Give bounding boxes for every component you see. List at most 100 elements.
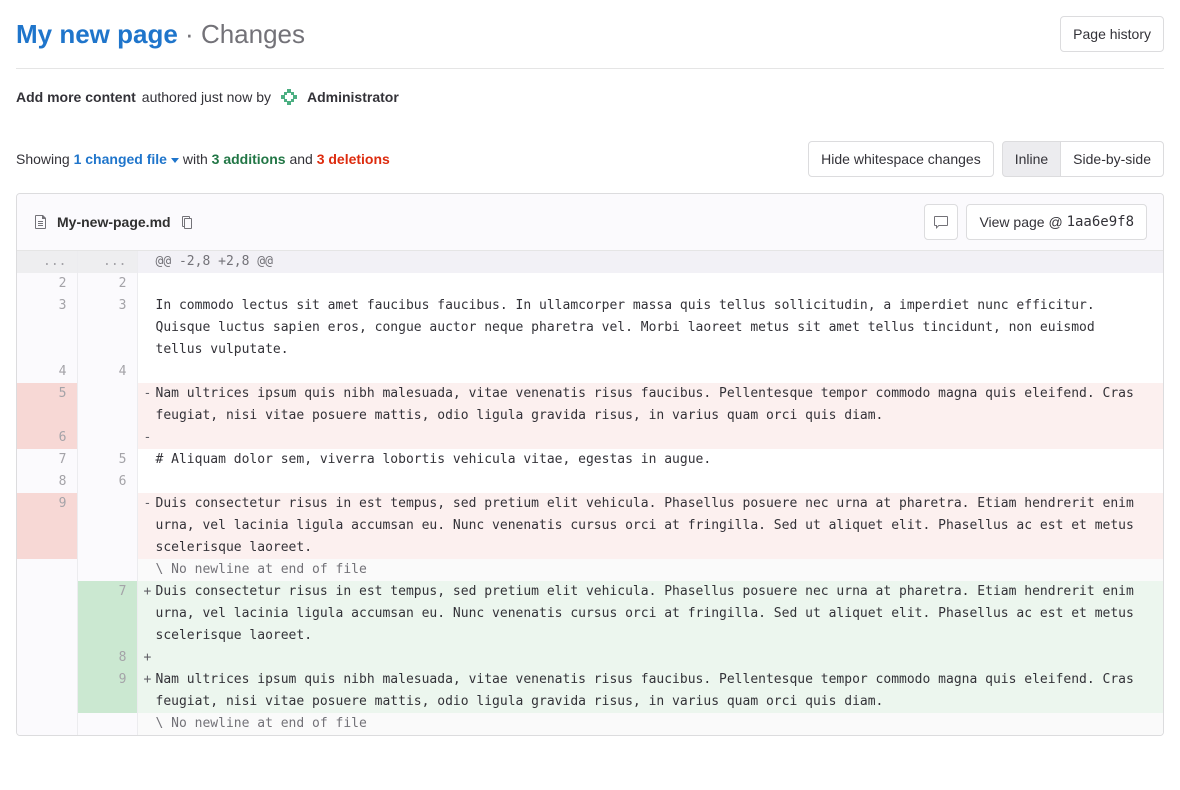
old-line-number[interactable] — [17, 559, 77, 581]
diff-line: \ No newline at end of file — [17, 559, 1163, 581]
filename[interactable]: My-new-page.md — [57, 214, 171, 230]
changed-files-link[interactable]: 1 changed file — [74, 151, 179, 167]
old-line-number[interactable]: 5 — [17, 383, 77, 427]
old-line-number[interactable] — [17, 669, 77, 713]
side-by-side-view-button[interactable]: Side-by-side — [1060, 141, 1164, 177]
line-text: \ No newline at end of file — [156, 562, 367, 577]
line-content — [137, 471, 1163, 493]
old-line-number[interactable] — [17, 581, 77, 647]
diff-line: 9 -Duis consectetur risus in est tempus, … — [17, 493, 1163, 559]
line-content: - — [137, 427, 1163, 449]
diff-line: ......@@ -2,8 +2,8 @@ — [17, 251, 1163, 273]
diff-sign: - — [144, 383, 152, 405]
line-text: Duis consectetur risus in est tempus, se… — [156, 584, 1142, 643]
inline-view-button[interactable]: Inline — [1002, 141, 1061, 177]
diff-line: 6- — [17, 427, 1163, 449]
new-line-number[interactable] — [77, 713, 137, 735]
view-page-button[interactable]: View page @ 1aa6e9f8 — [966, 204, 1147, 240]
commit-authored: authored just now by — [142, 89, 271, 105]
commit-meta: Add more content authored just now by Ad… — [16, 85, 1164, 109]
summary-with: with — [183, 151, 208, 167]
new-line-number[interactable]: 9 — [77, 669, 137, 713]
diff-sign: + — [144, 647, 152, 669]
new-line-number[interactable]: 4 — [77, 361, 137, 383]
diff-line: 44 — [17, 361, 1163, 383]
title-subtitle: Changes — [201, 19, 305, 49]
diff-line: \ No newline at end of file — [17, 713, 1163, 735]
line-content: -Nam ultrices ipsum quis nibh malesuada,… — [137, 383, 1163, 427]
file-title-left: My-new-page.md — [33, 214, 195, 230]
diff-line: 7+Duis consectetur risus in est tempus, … — [17, 581, 1163, 647]
file-title-right: View page @ 1aa6e9f8 — [924, 204, 1147, 240]
title-separator: · — [178, 19, 201, 49]
commit-title: Add more content — [16, 89, 136, 105]
summary-deletions: 3 deletions — [317, 151, 390, 167]
new-line-number[interactable]: 6 — [77, 471, 137, 493]
page-title: My new page · Changes — [16, 19, 305, 50]
diff-line: 86 — [17, 471, 1163, 493]
diff-sign: - — [144, 493, 152, 515]
line-content: @@ -2,8 +2,8 @@ — [137, 251, 1163, 273]
changed-files-text: 1 changed file — [74, 151, 167, 167]
diff-line: 9+Nam ultrices ipsum quis nibh malesuada… — [17, 669, 1163, 713]
view-page-label: View page @ — [979, 212, 1062, 232]
new-line-number[interactable]: 7 — [77, 581, 137, 647]
line-content: # Aliquam dolor sem, viverra lobortis ve… — [137, 449, 1163, 471]
diff-controls: Showing 1 changed file with 3 additions … — [16, 141, 1164, 177]
line-text: Duis consectetur risus in est tempus, se… — [156, 496, 1142, 555]
file-title-bar: My-new-page.md View page @ 1aa6e9f8 — [17, 194, 1163, 251]
line-content: \ No newline at end of file — [137, 559, 1163, 581]
copy-path-icon[interactable] — [179, 214, 195, 230]
diff-sign: - — [144, 427, 152, 449]
line-content: +Duis consectetur risus in est tempus, s… — [137, 581, 1163, 647]
line-text: Nam ultrices ipsum quis nibh malesuada, … — [156, 386, 1142, 423]
line-text: Nam ultrices ipsum quis nibh malesuada, … — [156, 672, 1142, 709]
old-line-number[interactable]: 9 — [17, 493, 77, 559]
new-line-number[interactable]: 3 — [77, 295, 137, 361]
summary-and: and — [289, 151, 312, 167]
old-line-number[interactable]: 2 — [17, 273, 77, 295]
new-line-number[interactable]: ... — [77, 251, 137, 273]
old-line-number[interactable]: 4 — [17, 361, 77, 383]
old-line-number[interactable]: 3 — [17, 295, 77, 361]
commit-author[interactable]: Administrator — [307, 89, 399, 105]
page-history-button[interactable]: Page history — [1060, 16, 1164, 52]
line-content: +Nam ultrices ipsum quis nibh malesuada,… — [137, 669, 1163, 713]
diff-line: 8+ — [17, 647, 1163, 669]
old-line-number[interactable] — [17, 713, 77, 735]
view-toggle-group: Hide whitespace changes Inline Side-by-s… — [808, 141, 1164, 177]
line-content: -Duis consectetur risus in est tempus, s… — [137, 493, 1163, 559]
hide-whitespace-button[interactable]: Hide whitespace changes — [808, 141, 994, 177]
summary-additions: 3 additions — [212, 151, 286, 167]
new-line-number[interactable]: 2 — [77, 273, 137, 295]
old-line-number[interactable] — [17, 647, 77, 669]
line-content: + — [137, 647, 1163, 669]
diff-view-toggle: Inline Side-by-side — [1002, 141, 1164, 177]
file-holder: My-new-page.md View page @ 1aa6e9f8 ....… — [16, 193, 1164, 736]
line-text: In commodo lectus sit amet faucibus fauc… — [156, 298, 1103, 357]
diff-sign: + — [144, 581, 152, 603]
diff-line: 75 # Aliquam dolor sem, viverra lobortis … — [17, 449, 1163, 471]
new-line-number[interactable] — [77, 559, 137, 581]
old-line-number[interactable]: 7 — [17, 449, 77, 471]
diff-sign: + — [144, 669, 152, 691]
commit-hash: 1aa6e9f8 — [1067, 212, 1134, 232]
summary-showing: Showing — [16, 151, 70, 167]
document-icon — [33, 214, 49, 230]
line-content: In commodo lectus sit amet faucibus fauc… — [137, 295, 1163, 361]
old-line-number[interactable]: 8 — [17, 471, 77, 493]
line-content: \ No newline at end of file — [137, 713, 1163, 735]
line-text: \ No newline at end of file — [156, 716, 367, 731]
line-text: # Aliquam dolor sem, viverra lobortis ve… — [156, 452, 712, 467]
new-line-number[interactable] — [77, 493, 137, 559]
old-line-number[interactable]: 6 — [17, 427, 77, 449]
new-line-number[interactable]: 5 — [77, 449, 137, 471]
new-line-number[interactable] — [77, 427, 137, 449]
page-header: My new page · Changes Page history — [16, 16, 1164, 69]
old-line-number[interactable]: ... — [17, 251, 77, 273]
diff-summary: Showing 1 changed file with 3 additions … — [16, 151, 390, 167]
new-line-number[interactable]: 8 — [77, 647, 137, 669]
new-line-number[interactable] — [77, 383, 137, 427]
comment-button[interactable] — [924, 204, 958, 240]
page-title-link[interactable]: My new page — [16, 19, 178, 49]
